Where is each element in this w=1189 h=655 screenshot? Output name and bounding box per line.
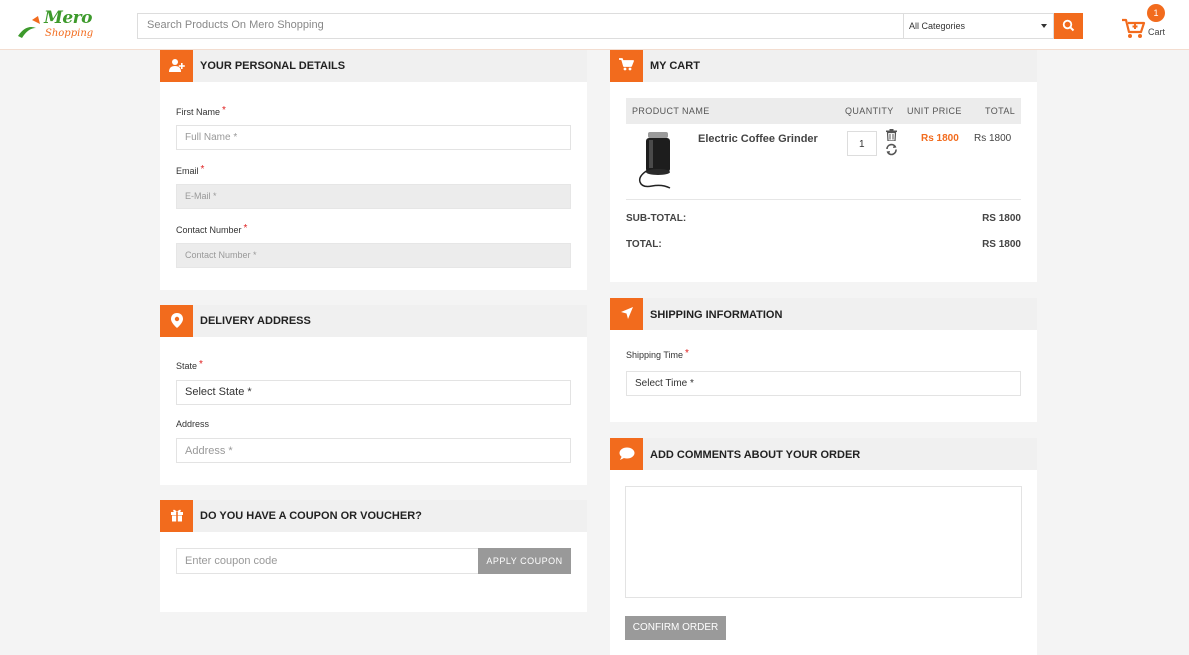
user-add-icon <box>169 59 185 72</box>
cart-count-badge: 1 <box>1147 4 1165 22</box>
address-label: Address <box>176 419 209 429</box>
shopping-cart-icon <box>1122 18 1146 38</box>
first-name-field[interactable]: Full Name * <box>176 125 571 150</box>
column-header-unit-price: UNIT PRICE <box>907 106 962 116</box>
coupon-title: DO YOU HAVE A COUPON OR VOUCHER? <box>200 510 422 522</box>
first-name-label: First Name * <box>176 105 226 118</box>
delivery-address-header: DELIVERY ADDRESS <box>160 305 587 337</box>
coupon-panel: DO YOU HAVE A COUPON OR VOUCHER? Enter c… <box>160 500 587 612</box>
state-selected-value: Select State * <box>185 386 252 398</box>
comment-icon <box>619 447 635 460</box>
total-value: RS 1800 <box>982 239 1021 250</box>
first-name-label-text: First Name <box>176 107 221 117</box>
personal-details-panel: YOUR PERSONAL DETAILS First Name * Full N… <box>160 50 587 290</box>
location-arrow-icon-box <box>610 298 643 330</box>
delivery-address-panel: DELIVERY ADDRESS State * Select State * A… <box>160 305 587 485</box>
shipping-time-label-text: Shipping Time <box>626 350 684 360</box>
email-placeholder: E-Mail * <box>185 191 217 201</box>
cart-table-header: PRODUCT NAME QUANTITY UNIT PRICE TOTAL <box>626 98 1021 124</box>
cart-item-unit-price: Rs 1800 <box>921 133 959 144</box>
quantity-value: 1 <box>859 139 865 150</box>
address-placeholder: Address * <box>185 445 233 457</box>
personal-details-header: YOUR PERSONAL DETAILS <box>160 50 587 82</box>
order-comments-panel: ADD COMMENTS ABOUT YOUR ORDER CONFIRM OR… <box>610 438 1037 655</box>
required-mark: * <box>685 348 689 359</box>
site-header: Mero Shopping Search Products On Mero Sh… <box>0 0 1189 50</box>
cart-item-total: Rs 1800 <box>974 133 1012 144</box>
trash-icon[interactable] <box>886 129 897 141</box>
my-cart-panel: MY CART PRODUCT NAME QUANTITY UNIT PRICE… <box>610 50 1037 282</box>
required-mark: * <box>200 164 205 175</box>
quantity-input[interactable]: 1 <box>847 131 877 156</box>
shipping-time-selected-value: Select Time * <box>635 378 694 389</box>
refresh-icon[interactable] <box>885 143 898 156</box>
search-button[interactable] <box>1054 13 1083 39</box>
subtotal-label: SUB-TOTAL: <box>626 213 687 224</box>
cart-item-name[interactable]: Electric Coffee Grinder <box>698 133 818 145</box>
shipping-time-select[interactable]: Select Time * <box>626 371 1021 396</box>
category-select[interactable]: All Categories <box>904 13 1054 39</box>
my-cart-title: MY CART <box>650 60 700 72</box>
shipping-information-panel: SHIPPING INFORMATION Shipping Time * Sele… <box>610 298 1037 422</box>
search-input[interactable]: Search Products On Mero Shopping <box>137 13 904 39</box>
shipping-information-title: SHIPPING INFORMATION <box>650 309 783 321</box>
personal-details-title: YOUR PERSONAL DETAILS <box>200 60 346 72</box>
contact-number-field[interactable]: Contact Number * <box>176 243 571 268</box>
mero-shopping-logo[interactable]: Mero Shopping <box>14 4 104 44</box>
order-comments-title: ADD COMMENTS ABOUT YOUR ORDER <box>650 449 861 461</box>
contact-number-label: Contact Number * <box>176 223 248 236</box>
column-header-total: TOTAL <box>985 106 1016 116</box>
coffee-grinder-product-image[interactable] <box>634 130 680 192</box>
delivery-address-title: DELIVERY ADDRESS <box>200 315 311 327</box>
comment-icon-box <box>610 438 643 470</box>
gift-icon-box <box>160 500 193 532</box>
order-comments-textarea[interactable] <box>625 486 1022 598</box>
logo-text-secondary: Shopping <box>45 28 94 39</box>
contact-label-text: Contact Number <box>176 225 242 235</box>
logo-text-primary: Mero <box>44 8 92 28</box>
required-mark: * <box>199 359 203 370</box>
cart-label: Cart <box>1148 27 1166 37</box>
column-header-product: PRODUCT NAME <box>632 106 710 116</box>
user-add-icon-box <box>160 50 193 82</box>
first-name-placeholder: Full Name * <box>185 132 238 143</box>
column-header-quantity: QUANTITY <box>845 106 894 116</box>
state-select[interactable]: Select State * <box>176 380 571 405</box>
shopping-cart-icon <box>619 58 634 71</box>
dropdown-caret-icon <box>1041 24 1047 28</box>
order-comments-header: ADD COMMENTS ABOUT YOUR ORDER <box>610 438 1037 470</box>
email-label: Email * <box>176 164 205 177</box>
coupon-code-field[interactable]: Enter coupon code <box>176 548 479 574</box>
contact-number-placeholder: Contact Number * <box>185 250 257 260</box>
total-label: TOTAL: <box>626 239 662 250</box>
header-cart[interactable]: 1 Cart <box>1119 4 1179 44</box>
my-cart-header: MY CART <box>610 50 1037 82</box>
category-selected-value: All Categories <box>909 21 966 31</box>
map-marker-icon <box>171 313 183 328</box>
cart-divider <box>626 199 1021 200</box>
cart-icon-box <box>610 50 643 82</box>
state-label-text: State <box>176 361 198 371</box>
state-label: State * <box>176 359 203 372</box>
email-label-text: Email <box>176 166 199 176</box>
search-placeholder: Search Products On Mero Shopping <box>147 19 324 31</box>
search-icon <box>1062 19 1075 32</box>
coupon-code-placeholder: Enter coupon code <box>185 555 278 567</box>
shipping-time-label: Shipping Time * <box>626 348 689 361</box>
coupon-header: DO YOU HAVE A COUPON OR VOUCHER? <box>160 500 587 532</box>
map-marker-icon-box <box>160 305 193 337</box>
confirm-order-button[interactable]: CONFIRM ORDER <box>625 616 726 640</box>
gift-icon <box>171 509 183 522</box>
email-field[interactable]: E-Mail * <box>176 184 571 209</box>
address-label-text: Address <box>176 419 210 429</box>
required-mark: * <box>243 223 248 234</box>
address-field[interactable]: Address * <box>176 438 571 463</box>
required-mark: * <box>222 105 226 116</box>
shipping-information-header: SHIPPING INFORMATION <box>610 298 1037 330</box>
subtotal-value: RS 1800 <box>982 213 1021 224</box>
location-arrow-icon <box>621 307 633 319</box>
apply-coupon-button[interactable]: APPLY COUPON <box>478 548 571 574</box>
